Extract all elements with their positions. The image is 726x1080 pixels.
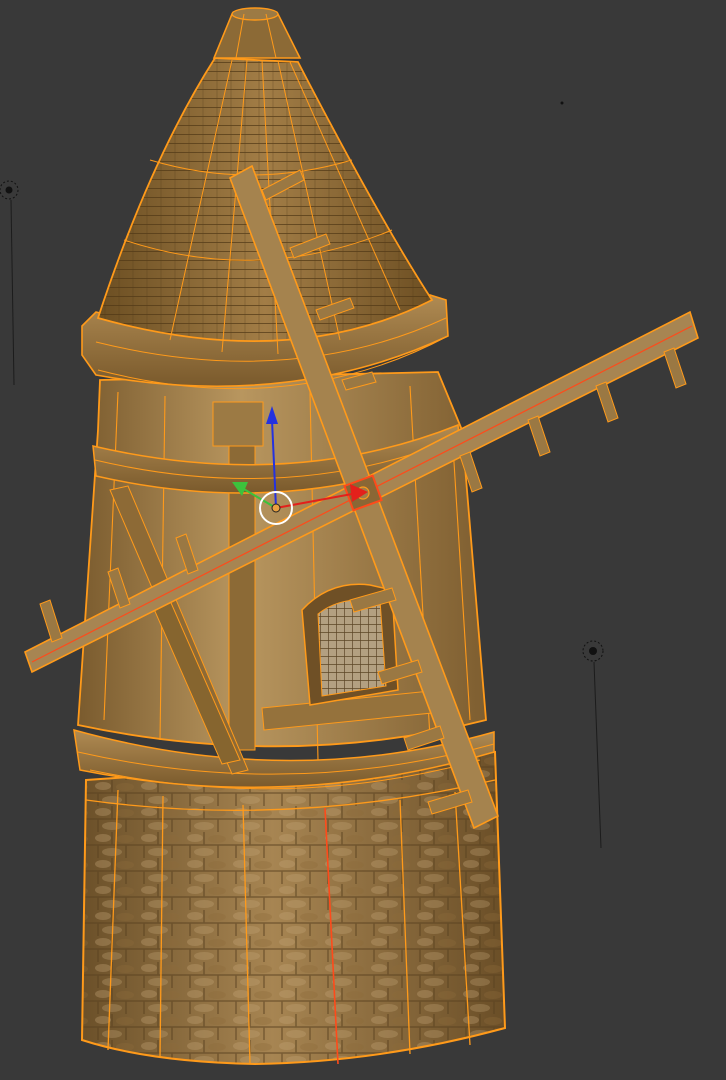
3d-viewport[interactable] <box>0 0 726 1080</box>
lamp-left[interactable] <box>0 180 19 386</box>
lamp-icon[interactable] <box>560 101 564 105</box>
lamp-top-right[interactable] <box>560 101 564 105</box>
roof-cap[interactable] <box>212 7 302 59</box>
viewport-canvas[interactable] <box>0 0 726 1080</box>
lamp-right[interactable] <box>582 640 604 849</box>
wooden-body[interactable] <box>77 371 487 775</box>
